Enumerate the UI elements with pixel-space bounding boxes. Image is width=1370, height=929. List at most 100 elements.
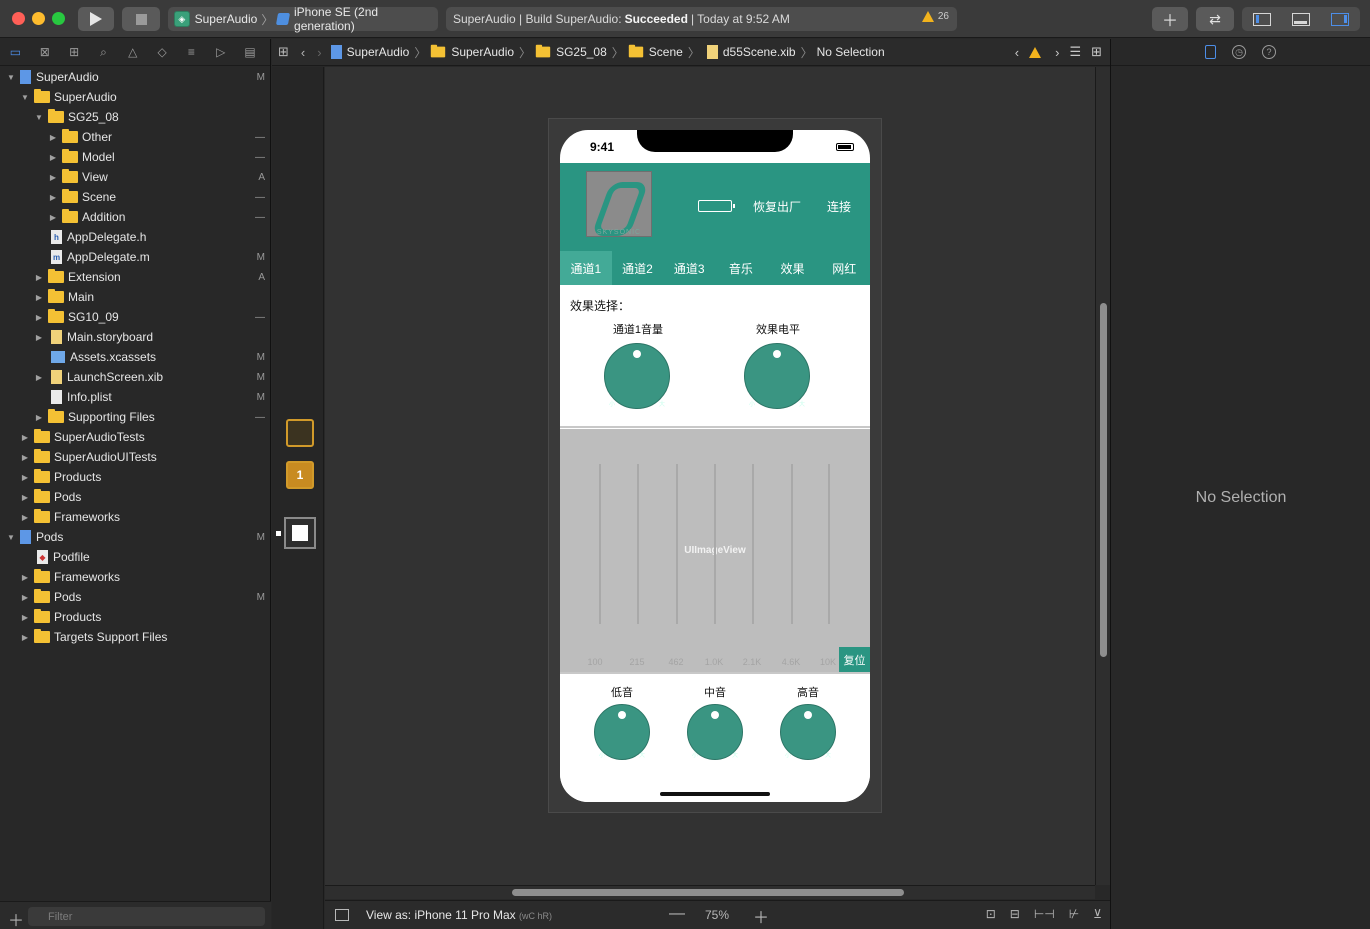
forward-chevron-icon[interactable]: ›	[317, 45, 321, 60]
tree-row[interactable]: ▶ Targets Support Files	[0, 627, 271, 647]
run-button[interactable]	[78, 7, 114, 31]
debug-navigator-tab-icon[interactable]: ≡	[182, 42, 201, 62]
tree-row[interactable]: Assets.xcassets M	[0, 347, 271, 367]
tree-row[interactable]: ▶ Other —	[0, 127, 271, 147]
view-object-icon[interactable]	[284, 517, 316, 549]
report-navigator-tab-icon[interactable]: ▤	[241, 42, 260, 62]
channel-tab[interactable]: 通道3	[663, 251, 715, 285]
toggle-debug-area-button[interactable]	[1281, 7, 1320, 31]
tree-row[interactable]: ▶ Pods M	[0, 587, 271, 607]
disclosure-closed-icon[interactable]: ▶	[20, 473, 30, 482]
warning-badge[interactable]: 26	[921, 11, 949, 22]
disclosure-closed-icon[interactable]: ▶	[34, 333, 44, 342]
stop-button[interactable]	[122, 7, 160, 31]
breadcrumb-item[interactable]: d55Scene.xib 〉	[704, 44, 813, 61]
tree-row[interactable]: ▶ Frameworks	[0, 507, 271, 527]
tree-row[interactable]: ▼ SuperAudio	[0, 87, 271, 107]
channel-tab[interactable]: 通道2	[612, 251, 664, 285]
disclosure-closed-icon[interactable]: ▶	[34, 293, 44, 302]
history-inspector-tab-icon[interactable]: ◷	[1232, 45, 1246, 59]
tree-row[interactable]: h AppDelegate.h	[0, 227, 271, 247]
disclosure-closed-icon[interactable]: ▶	[20, 433, 30, 442]
tree-row[interactable]: ▼ Pods M	[0, 527, 271, 547]
tree-row[interactable]: ▶ Pods	[0, 487, 271, 507]
disclosure-open-icon[interactable]: ▼	[20, 93, 30, 102]
tree-row[interactable]: ▶ Extension A	[0, 267, 271, 287]
file-inspector-tab-icon[interactable]	[1205, 45, 1216, 59]
mid-knob[interactable]: 小 大	[687, 704, 743, 760]
quick-help-tab-icon[interactable]: ?	[1262, 45, 1276, 59]
eq-slider-track[interactable]	[599, 464, 601, 624]
canvas-horizontal-scrollbar[interactable]	[325, 885, 1095, 899]
document-outline-toggle-icon[interactable]	[335, 909, 349, 921]
tree-row[interactable]: ▶ Scene —	[0, 187, 271, 207]
eq-slider-track[interactable]	[791, 464, 793, 624]
bass-knob[interactable]: 小 大	[594, 704, 650, 760]
library-button[interactable]: ＋	[1152, 7, 1188, 31]
connect-button[interactable]: 连接	[827, 198, 851, 215]
tree-row[interactable]: ▶ Products	[0, 607, 271, 627]
source-control-tab-icon[interactable]: ⊠	[35, 42, 54, 62]
symbol-navigator-tab-icon[interactable]: ⊞	[65, 42, 84, 62]
disclosure-closed-icon[interactable]: ▶	[48, 133, 58, 142]
vertical-scroll-thumb[interactable]	[1100, 303, 1107, 657]
code-review-button[interactable]: ⇄	[1196, 7, 1234, 31]
issue-navigator-tab-icon[interactable]: △	[123, 42, 142, 62]
breakpoint-navigator-tab-icon[interactable]: ▷	[211, 42, 230, 62]
project-navigator-tab-icon[interactable]: ▭	[6, 42, 25, 62]
disclosure-closed-icon[interactable]: ▶	[48, 193, 58, 202]
update-frames-icon[interactable]: ⊡	[986, 907, 996, 921]
eq-slider-track[interactable]	[714, 464, 716, 624]
tree-row[interactable]: ▶ View A	[0, 167, 271, 187]
split-editor-icon[interactable]: ⊞	[1091, 44, 1102, 60]
eq-slider-track[interactable]	[637, 464, 639, 624]
eq-slider-track[interactable]	[676, 464, 678, 624]
close-window-button[interactable]	[12, 12, 25, 25]
embed-in-stack-icon[interactable]: ⊟	[1010, 907, 1020, 921]
zoom-window-button[interactable]	[52, 12, 65, 25]
disclosure-open-icon[interactable]: ▼	[6, 533, 16, 542]
treble-knob[interactable]: 小 大	[780, 704, 836, 760]
first-responder-object-icon[interactable]: 1	[286, 461, 314, 489]
align-icon[interactable]: ⊢⊣	[1034, 907, 1055, 921]
breadcrumb-item[interactable]: SuperAudio 〉	[430, 44, 531, 61]
tree-row[interactable]: ▶ Products	[0, 467, 271, 487]
tree-row[interactable]: ▶ SG10_09 —	[0, 307, 271, 327]
view-as-device-button[interactable]: View as: iPhone 11 Pro Max (wC hR)	[366, 908, 552, 922]
toggle-inspector-button[interactable]	[1321, 7, 1360, 31]
interface-builder-canvas[interactable]: 9:41 SKYSONIC 恢复出厂 连接 通道1 通道2 通道3 音乐 效果 网红 效果…	[325, 67, 1110, 885]
channel-tab[interactable]: 效果	[767, 251, 819, 285]
disclosure-closed-icon[interactable]: ▶	[20, 613, 30, 622]
disclosure-open-icon[interactable]: ▼	[34, 113, 44, 122]
breadcrumb-item[interactable]: SG25_08 〉	[535, 44, 624, 61]
related-items-icon[interactable]: ⊞	[278, 44, 289, 60]
disclosure-closed-icon[interactable]: ▶	[48, 153, 58, 162]
tree-row[interactable]: Info.plist M	[0, 387, 271, 407]
disclosure-closed-icon[interactable]: ▶	[34, 373, 44, 382]
disclosure-closed-icon[interactable]: ▶	[34, 413, 44, 422]
breadcrumb-item[interactable]: SuperAudio 〉	[328, 44, 426, 61]
tree-row[interactable]: ◆ Podfile	[0, 547, 271, 567]
tree-row[interactable]: ▼ SuperAudio M	[0, 67, 271, 87]
placeholder-object-icon[interactable]	[286, 419, 314, 447]
breadcrumb-item[interactable]: No Selection	[817, 45, 885, 59]
disclosure-closed-icon[interactable]: ▶	[20, 573, 30, 582]
tree-row[interactable]: ▶ Frameworks	[0, 567, 271, 587]
zoom-out-icon[interactable]: —	[669, 905, 685, 923]
disclosure-closed-icon[interactable]: ▶	[20, 593, 30, 602]
toggle-navigator-button[interactable]	[1242, 7, 1281, 31]
resolve-issues-icon[interactable]: ⊻	[1093, 907, 1102, 921]
test-navigator-tab-icon[interactable]: ◇	[153, 42, 172, 62]
tree-row[interactable]: ▶ Main.storyboard	[0, 327, 271, 347]
channel-tab[interactable]: 通道1	[560, 251, 612, 285]
eq-slider-track[interactable]	[752, 464, 754, 624]
disclosure-closed-icon[interactable]: ▶	[20, 453, 30, 462]
back-chevron-icon[interactable]: ‹	[301, 45, 305, 60]
disclosure-open-icon[interactable]: ▼	[6, 73, 16, 82]
tree-row[interactable]: m AppDelegate.m M	[0, 247, 271, 267]
channel-volume-knob[interactable]: 小 大	[604, 343, 670, 409]
effect-level-knob[interactable]: 小 大	[744, 343, 810, 409]
tree-row[interactable]: ▶ LaunchScreen.xib M	[0, 367, 271, 387]
next-issue-chevron-icon[interactable]: ›	[1055, 45, 1059, 60]
scheme-selector[interactable]: ◈ SuperAudio 〉 iPhone SE (2nd generation…	[168, 5, 438, 33]
